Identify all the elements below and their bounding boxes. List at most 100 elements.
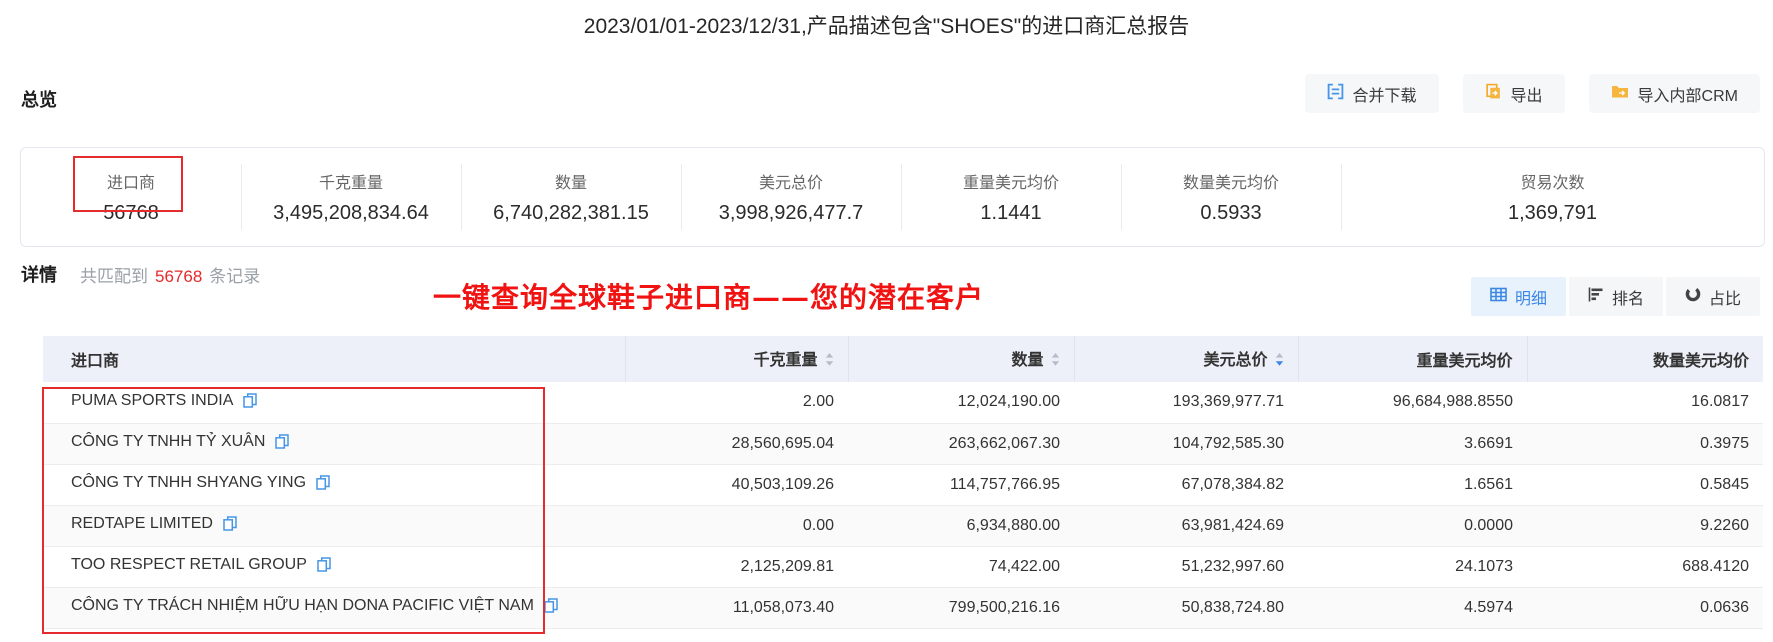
stat-label: 美元总价 [758, 175, 823, 192]
copy-icon[interactable] [316, 475, 330, 495]
cell-kg-weight: 11,058,073.40 [625, 587, 848, 629]
view-switcher: 明细 排名 占比 [1470, 277, 1760, 316]
stat-label: 数量美元均价 [1182, 175, 1279, 192]
cell-usd-total: 193,369,977.71 [1074, 382, 1298, 424]
importer-name[interactable]: CÔNG TY TRÁCH NHIỆM HỮU HẠN DONA PACIFIC… [71, 597, 534, 614]
cell-kg-weight: 40,503,109.26 [625, 464, 848, 506]
tab-ranking-label: 排名 [1611, 290, 1644, 308]
ranking-bars-icon [1588, 287, 1604, 307]
tab-detail[interactable]: 明细 [1470, 277, 1566, 316]
cell-quantity: 74,422.00 [848, 546, 1074, 588]
cell-usd-per-qty: 0.5845 [1527, 464, 1763, 506]
cell-usd-per-weight: 96,684,988.8550 [1298, 382, 1527, 424]
table-row: REDTAPE LIMITED 0.00 6,934,880.00 63,981… [43, 505, 1763, 547]
stat-value: 6,740,282,381.15 [493, 202, 649, 224]
table-row: CÔNG TY TNHH SHYANG YING 40,503,109.26 1… [43, 464, 1763, 506]
tab-share[interactable]: 占比 [1665, 277, 1760, 316]
cell-quantity: 799,500,216.16 [848, 587, 1074, 629]
stat-importers: 进口商 56768 [21, 169, 241, 225]
table-grid-icon [1490, 287, 1507, 307]
stat-value: 1.1441 [980, 202, 1042, 224]
export-label: 导出 [1510, 87, 1543, 105]
match-prefix: 共匹配到 [80, 267, 148, 286]
column-header-kg-weight[interactable]: 千克重量 [624, 336, 848, 382]
importer-name[interactable]: REDTAPE LIMITED [71, 515, 213, 532]
stat-usd-per-weight: 重量美元均价 1.1441 [901, 169, 1121, 225]
import-crm-label: 导入内部CRM [1637, 87, 1738, 105]
stat-value: 3,998,926,477.7 [718, 202, 864, 224]
table-row: CÔNG TY TNHH TỶ XUÂN 28,560,695.04 263,6… [43, 423, 1763, 465]
cell-usd-total: 104,792,585.30 [1074, 423, 1298, 465]
cell-usd-per-qty: 16.0817 [1527, 382, 1763, 424]
stat-label: 数量 [554, 175, 587, 192]
cell-usd-per-qty: 688.4120 [1527, 546, 1763, 588]
importers-table: 进口商 千克重量 数量 美元总价 重量美元均价 数量美元均价 PUMA SPOR… [43, 336, 1763, 629]
cell-kg-weight: 28,560,695.04 [625, 423, 848, 465]
copy-icon[interactable] [243, 393, 258, 413]
cell-usd-total: 51,232,997.60 [1074, 546, 1298, 588]
sort-icon[interactable] [1051, 352, 1060, 372]
column-header-usd-per-weight: 重量美元均价 [1297, 336, 1527, 382]
copy-icon[interactable] [223, 516, 237, 536]
stat-label: 贸易次数 [1520, 175, 1585, 192]
stat-usd-per-qty: 数量美元均价 0.5933 [1121, 169, 1341, 225]
copy-icon[interactable] [317, 557, 331, 577]
import-folder-icon [1611, 83, 1629, 104]
cell-quantity: 114,757,766.95 [848, 464, 1074, 506]
tab-detail-label: 明细 [1514, 290, 1547, 308]
stat-trade-count: 贸易次数 1,369,791 [1341, 169, 1764, 225]
stat-value: 0.5933 [1200, 202, 1262, 224]
stat-label: 千克重量 [318, 175, 383, 192]
red-annotation-text: 一键查询全球鞋子进口商——您的潜在客户 [433, 281, 985, 314]
stat-value: 3,495,208,834.64 [273, 202, 429, 224]
cell-usd-per-weight: 0.0000 [1298, 505, 1527, 547]
importer-name[interactable]: CÔNG TY TNHH TỶ XUÂN [71, 433, 265, 450]
cell-kg-weight: 2,125,209.81 [625, 546, 848, 588]
toolbar: 合并下载 导出 导入内部CRM [1304, 74, 1760, 113]
copy-icon[interactable] [544, 598, 558, 618]
stat-value: 1,369,791 [1508, 202, 1597, 224]
export-icon [1485, 83, 1502, 105]
table-header-row: 进口商 千克重量 数量 美元总价 重量美元均价 数量美元均价 [43, 336, 1763, 382]
column-header-usd-total[interactable]: 美元总价 [1073, 336, 1298, 382]
table-row: PUMA SPORTS INDIA 2.00 12,024,190.00 193… [43, 382, 1763, 424]
sort-icon[interactable] [825, 352, 834, 372]
cell-kg-weight: 0.00 [625, 505, 848, 547]
page-title: 2023/01/01-2023/12/31,产品描述包含"SHOES"的进口商汇… [583, 15, 1190, 38]
cell-usd-total: 67,078,384.82 [1074, 464, 1298, 506]
stat-label: 进口商 [106, 175, 155, 192]
table-row: CÔNG TY TRÁCH NHIỆM HỮU HẠN DONA PACIFIC… [43, 587, 1763, 629]
sort-icon-active-desc[interactable] [1275, 352, 1284, 372]
detail-heading: 详情 [21, 265, 57, 285]
stat-value: 56768 [103, 202, 159, 224]
cell-usd-per-weight: 3.6691 [1298, 423, 1527, 465]
column-header-usd-per-qty: 数量美元均价 [1526, 336, 1763, 382]
column-header-importer: 进口商 [43, 336, 625, 382]
cell-usd-total: 50,838,724.80 [1074, 587, 1298, 629]
stat-usd-total: 美元总价 3,998,926,477.7 [681, 169, 901, 225]
tab-share-label: 占比 [1708, 290, 1741, 308]
stat-kg-weight: 千克重量 3,495,208,834.64 [241, 169, 461, 225]
cell-usd-per-qty: 0.3975 [1527, 423, 1763, 465]
cell-quantity: 12,024,190.00 [848, 382, 1074, 424]
overview-stats-card: 进口商 56768 千克重量 3,495,208,834.64 数量 6,740… [20, 147, 1765, 247]
match-count: 56768 [155, 267, 203, 286]
merge-download-button[interactable]: 合并下载 [1304, 74, 1439, 113]
export-button[interactable]: 导出 [1462, 74, 1565, 113]
copy-icon[interactable] [275, 434, 290, 454]
cell-usd-per-weight: 24.1073 [1298, 546, 1527, 588]
donut-chart-icon [1685, 286, 1701, 307]
cell-usd-per-weight: 1.6561 [1298, 464, 1527, 506]
cell-quantity: 263,662,067.30 [848, 423, 1074, 465]
importer-name[interactable]: TOO RESPECT RETAIL GROUP [71, 556, 307, 573]
importer-name[interactable]: CÔNG TY TNHH SHYANG YING [71, 474, 306, 491]
importer-name[interactable]: PUMA SPORTS INDIA [71, 392, 233, 409]
cell-usd-per-qty: 0.0636 [1527, 587, 1763, 629]
cell-quantity: 6,934,880.00 [848, 505, 1074, 547]
tab-ranking[interactable]: 排名 [1568, 277, 1663, 316]
column-header-quantity[interactable]: 数量 [847, 336, 1074, 382]
cell-usd-per-qty: 9.2260 [1527, 505, 1763, 547]
merge-download-label: 合并下载 [1352, 87, 1417, 105]
overview-heading: 总览 [21, 90, 57, 110]
import-crm-button[interactable]: 导入内部CRM [1588, 74, 1760, 113]
